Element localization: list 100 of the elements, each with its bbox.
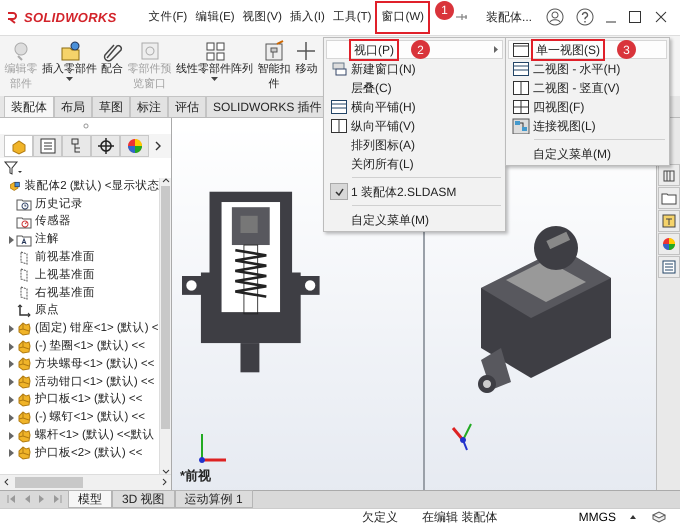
toolbar-button[interactable]: 配合 <box>99 38 126 79</box>
tree-item[interactable]: 传感器 <box>0 213 160 231</box>
menu-item[interactable]: 自定义菜单(M) <box>508 144 667 163</box>
panel-tab[interactable] <box>62 134 91 157</box>
menu-bar-item[interactable]: 窗口(W) <box>375 0 430 34</box>
toolbar-button[interactable]: 插入零部件 <box>40 38 100 83</box>
document-title: 装配体... <box>486 9 532 26</box>
toolbar-button[interactable]: 智能扣件 <box>255 38 294 94</box>
list-icon <box>38 136 56 155</box>
new-window-icon <box>330 60 348 76</box>
fastener-tool-icon <box>263 40 286 62</box>
menu-item[interactable]: 横向平铺(H) <box>326 97 503 116</box>
horizontal-scrollbar[interactable] <box>0 474 171 490</box>
menu-item[interactable]: 关闭所有(L) <box>326 154 503 173</box>
pattern-tool-icon <box>204 40 226 62</box>
help-icon <box>576 8 594 26</box>
vertical-scrollbar[interactable] <box>159 178 171 474</box>
tree-item[interactable]: 上视基准面 <box>0 266 160 284</box>
part-icon <box>16 320 32 337</box>
menu-bar-item[interactable]: 编辑(E) <box>191 4 239 30</box>
single-view-icon <box>512 42 530 58</box>
panel-tab[interactable] <box>91 134 120 157</box>
menu-item[interactable]: 二视图 - 水平(H) <box>508 59 667 78</box>
part-icon <box>16 338 32 355</box>
tree-item[interactable]: 注解 <box>0 230 160 249</box>
ribbon-tab[interactable]: 草图 <box>92 96 130 117</box>
menu-item[interactable]: 1 装配体2.SLDASM <box>326 182 503 201</box>
ribbon-tab[interactable]: 评估 <box>168 96 206 117</box>
resources-button[interactable] <box>658 164 680 186</box>
vertical-split-icon <box>330 118 348 134</box>
nav-arrow-icon <box>5 493 18 506</box>
custom-properties-button[interactable] <box>658 256 680 278</box>
pin-icon <box>456 13 468 22</box>
linked-views-icon <box>512 118 530 134</box>
menu-item[interactable]: 单一视图(S) 3 <box>508 40 667 59</box>
model-tab[interactable]: 3D 视图 <box>112 490 175 508</box>
part-icon <box>16 356 32 372</box>
ribbon-tab[interactable]: 标注 <box>130 96 168 117</box>
step-badge: 1 <box>435 0 454 20</box>
model-tab[interactable]: 运动算例 1 <box>174 490 253 508</box>
preview-tool-icon <box>138 40 161 62</box>
menu-item[interactable]: 连接视图(L) <box>508 116 667 135</box>
tree-item[interactable]: 前视基准面 <box>0 248 160 267</box>
panel-tab[interactable] <box>33 134 62 157</box>
tree-item[interactable]: (-) 螺钉<1> (默认) << <box>0 408 160 427</box>
units-button[interactable]: MMGS <box>572 508 622 525</box>
menu-item[interactable]: 纵向平铺(V) <box>326 116 503 135</box>
menu-item[interactable]: 视口(P) 2 <box>326 40 503 59</box>
tree-item[interactable]: 活动钳口<1> (默认) << <box>0 373 160 392</box>
menu-item[interactable]: 排列图标(A) <box>326 135 503 154</box>
tree-item[interactable]: 护口板<1> (默认) << <box>0 391 160 409</box>
menu-item[interactable]: 四视图(F) <box>508 97 667 116</box>
menu-bar-item[interactable]: 文件(F) <box>144 4 192 30</box>
crosshair-icon <box>96 136 114 155</box>
tree-item[interactable]: 装配体2 (默认) <显示状态 <box>0 178 160 196</box>
move-tool-icon <box>295 40 318 62</box>
color-ball-icon <box>126 136 144 155</box>
toolbar-button[interactable]: 线性零部件阵列 <box>174 38 256 83</box>
tree-item[interactable]: 原点 <box>0 302 160 320</box>
tree-item[interactable]: 护口板<2> (默认) << <box>0 444 160 462</box>
part-icon <box>16 374 32 390</box>
appearances-button[interactable] <box>658 232 680 255</box>
tree-item[interactable]: (-) 垫圈<1> (默认) << <box>0 338 160 356</box>
scroll-left-icon <box>4 478 9 486</box>
toolbar-button[interactable]: 移动 <box>293 38 320 79</box>
scroll-down-icon <box>162 468 170 474</box>
quad-view-icon <box>512 98 530 114</box>
chevron-right-icon <box>155 140 161 151</box>
help-book-icon <box>652 510 666 523</box>
file-explorer-button[interactable] <box>658 210 680 232</box>
status-text: 在编辑 装配体 <box>422 508 498 525</box>
checkmark-icon <box>334 188 344 196</box>
part-icon <box>16 410 32 426</box>
menu-item[interactable]: 新建窗口(N) <box>326 59 503 78</box>
step-badge: 3 <box>617 40 636 59</box>
tree-item[interactable]: 螺杆<1> (默认) <<默认 <box>0 426 160 445</box>
tree-item[interactable]: 右视基准面 <box>0 284 160 302</box>
design-library-button[interactable] <box>658 186 680 209</box>
model-tab[interactable]: 模型 <box>68 490 112 508</box>
tree-item[interactable]: (固定) 钳座<1> (默认) < <box>0 320 160 338</box>
menu-bar-item[interactable]: 插入(I) <box>286 4 329 30</box>
ribbon-tab[interactable]: 装配体 <box>4 96 54 117</box>
tree-item[interactable]: 方块螺母<1> (默认) << <box>0 356 160 374</box>
caret-up-icon <box>630 514 636 519</box>
menu-bar-item[interactable]: 工具(T) <box>328 4 376 30</box>
menu-bar-item[interactable]: 视图(V) <box>238 4 286 30</box>
ribbon-tab[interactable]: 布局 <box>54 96 92 117</box>
view-label: *前视 <box>180 468 212 484</box>
step-badge: 2 <box>411 40 430 59</box>
grip-icon <box>82 122 88 129</box>
tree-item[interactable]: 历史记录 <box>0 195 160 214</box>
menu-item[interactable]: 自定义菜单(M) <box>326 210 503 229</box>
horizontal-split-icon <box>330 98 348 114</box>
origin-icon <box>16 303 32 320</box>
part-icon <box>16 428 32 444</box>
menu-item[interactable]: 二视图 - 竖直(V) <box>508 78 667 97</box>
filter-button[interactable] <box>4 160 22 175</box>
filter-icon <box>4 160 22 175</box>
horizontal-split-icon <box>512 60 530 76</box>
menu-item[interactable]: 层叠(C) <box>326 78 503 97</box>
